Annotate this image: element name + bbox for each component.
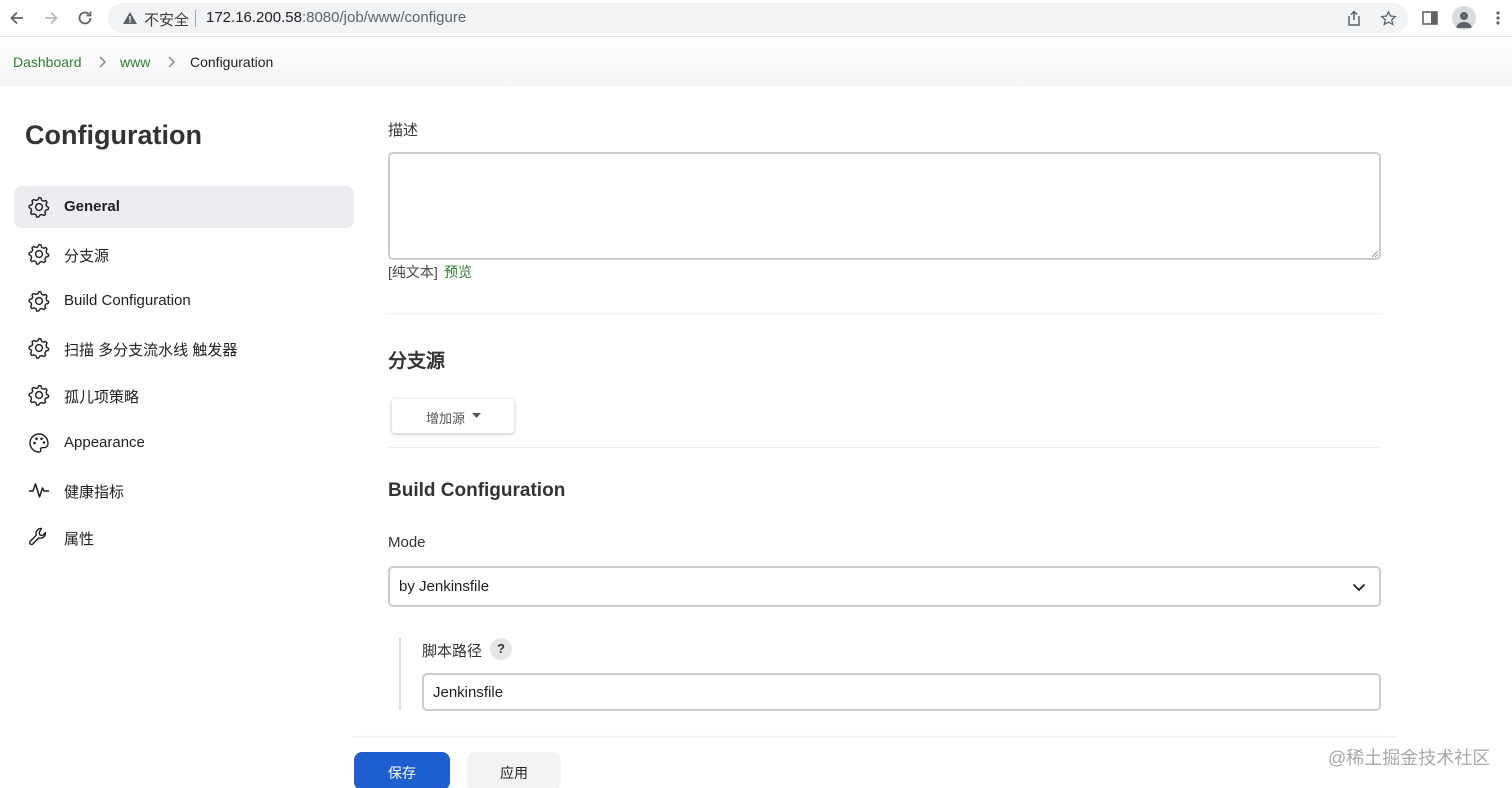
mode-value: by Jenkinsfile xyxy=(399,578,490,595)
bottom-bar-divider xyxy=(352,736,1397,737)
back-button[interactable] xyxy=(5,6,29,30)
gear-icon xyxy=(28,384,50,406)
side-panel-button[interactable] xyxy=(1418,6,1442,30)
forward-button[interactable] xyxy=(39,6,63,30)
sidebar-item-general[interactable]: General xyxy=(14,186,354,228)
script-path-label: 脚本路径 xyxy=(422,643,483,660)
gear-icon xyxy=(28,243,50,265)
help-icon[interactable]: ? xyxy=(490,638,512,660)
branch-sources-title: 分支源 xyxy=(388,351,446,372)
chevron-down-icon xyxy=(1352,583,1366,592)
address-bar[interactable]: 不安全 172.16.200.58:8080/job/www/configure xyxy=(108,3,1408,33)
section-divider xyxy=(388,447,1381,448)
resize-grip-icon[interactable] xyxy=(1369,248,1379,258)
more-vert-icon xyxy=(1496,11,1500,25)
breadcrumb-configuration: Configuration xyxy=(190,54,274,70)
url-divider xyxy=(195,10,196,27)
pulse-icon xyxy=(29,483,49,498)
save-button[interactable]: 保存 xyxy=(354,752,450,788)
browser-menu-button[interactable] xyxy=(1486,6,1510,30)
arrow-right-icon xyxy=(45,11,58,25)
description-label: 描述 xyxy=(388,122,419,139)
url-text: 172.16.200.58:8080/job/www/configure xyxy=(206,9,466,26)
reload-button[interactable] xyxy=(73,6,97,30)
profile-avatar[interactable] xyxy=(1452,6,1476,30)
nested-section-bar xyxy=(399,638,401,710)
breadcrumb: Dashboard www Configuration xyxy=(0,38,1512,86)
sidebar-item-scan-triggers[interactable]: 扫描 多分支流水线 触发器 xyxy=(14,327,354,369)
sidebar-item-label: 分支源 xyxy=(64,248,110,265)
apply-button[interactable]: 应用 xyxy=(467,752,561,788)
warning-icon xyxy=(123,12,137,24)
security-status: 不安全 xyxy=(144,12,190,29)
url-path: :8080/job/www/configure xyxy=(301,9,467,26)
section-divider xyxy=(388,313,1381,314)
sidebar-item-orphan-strategy[interactable]: 孤儿项策略 xyxy=(14,374,354,416)
description-textarea[interactable] xyxy=(388,152,1381,260)
preview-link[interactable]: 预览 xyxy=(444,262,472,282)
build-configuration-title: Build Configuration xyxy=(388,480,566,501)
sidebar-item-appearance[interactable]: Appearance xyxy=(14,422,354,464)
sidebar-item-label: 健康指标 xyxy=(64,484,125,501)
watermark: @稀土掘金技术社区 xyxy=(1328,748,1491,768)
sidebar-item-label: Appearance xyxy=(64,434,145,451)
wrench-icon xyxy=(29,527,47,546)
script-path-input[interactable]: Jenkinsfile xyxy=(422,673,1381,711)
bookmark-button[interactable] xyxy=(1378,8,1398,28)
add-source-button[interactable]: 增加源 xyxy=(392,399,514,433)
reload-icon xyxy=(78,11,92,25)
url-host: 172.16.200.58 xyxy=(206,9,302,26)
palette-icon xyxy=(29,433,49,453)
gear-icon xyxy=(28,290,50,312)
sidebar-item-label: General xyxy=(64,198,120,215)
breadcrumb-www[interactable]: www xyxy=(120,54,150,70)
mode-label: Mode xyxy=(388,534,426,551)
save-label: 保存 xyxy=(388,765,416,781)
plain-text-label: [纯文本] xyxy=(388,264,438,280)
caret-down-icon xyxy=(472,413,481,418)
sidebar-item-health-metrics[interactable]: 健康指标 xyxy=(14,469,354,511)
sidebar-item-label: 属性 xyxy=(64,531,95,548)
share-button[interactable] xyxy=(1344,8,1364,28)
sidebar-item-build-configuration[interactable]: Build Configuration xyxy=(14,280,354,322)
bottom-action-bar xyxy=(0,718,1512,788)
side-panel-icon xyxy=(1422,11,1438,25)
script-path-value: Jenkinsfile xyxy=(433,684,504,701)
sidebar-item-label: Build Configuration xyxy=(64,292,191,309)
sidebar-item-branch-sources[interactable]: 分支源 xyxy=(14,233,354,275)
gear-icon xyxy=(28,196,50,218)
apply-label: 应用 xyxy=(500,765,528,781)
sidebar-item-label: 孤儿项策略 xyxy=(64,389,140,406)
chevron-right-icon xyxy=(99,56,107,68)
add-source-label: 增加源 xyxy=(426,411,466,426)
arrow-left-icon xyxy=(10,11,23,25)
mode-select[interactable]: by Jenkinsfile xyxy=(388,566,1381,607)
sidebar-item-label: 扫描 多分支流水线 触发器 xyxy=(64,342,238,359)
page-title: Configuration xyxy=(25,120,202,150)
person-icon xyxy=(1456,12,1472,28)
gear-icon xyxy=(28,337,50,359)
browser-toolbar: 不安全 172.16.200.58:8080/job/www/configure xyxy=(0,0,1512,37)
share-icon xyxy=(1348,10,1360,26)
star-icon xyxy=(1379,9,1397,26)
sidebar-item-properties[interactable]: 属性 xyxy=(14,516,354,558)
chevron-right-icon xyxy=(168,56,176,68)
breadcrumb-dashboard[interactable]: Dashboard xyxy=(13,54,82,70)
